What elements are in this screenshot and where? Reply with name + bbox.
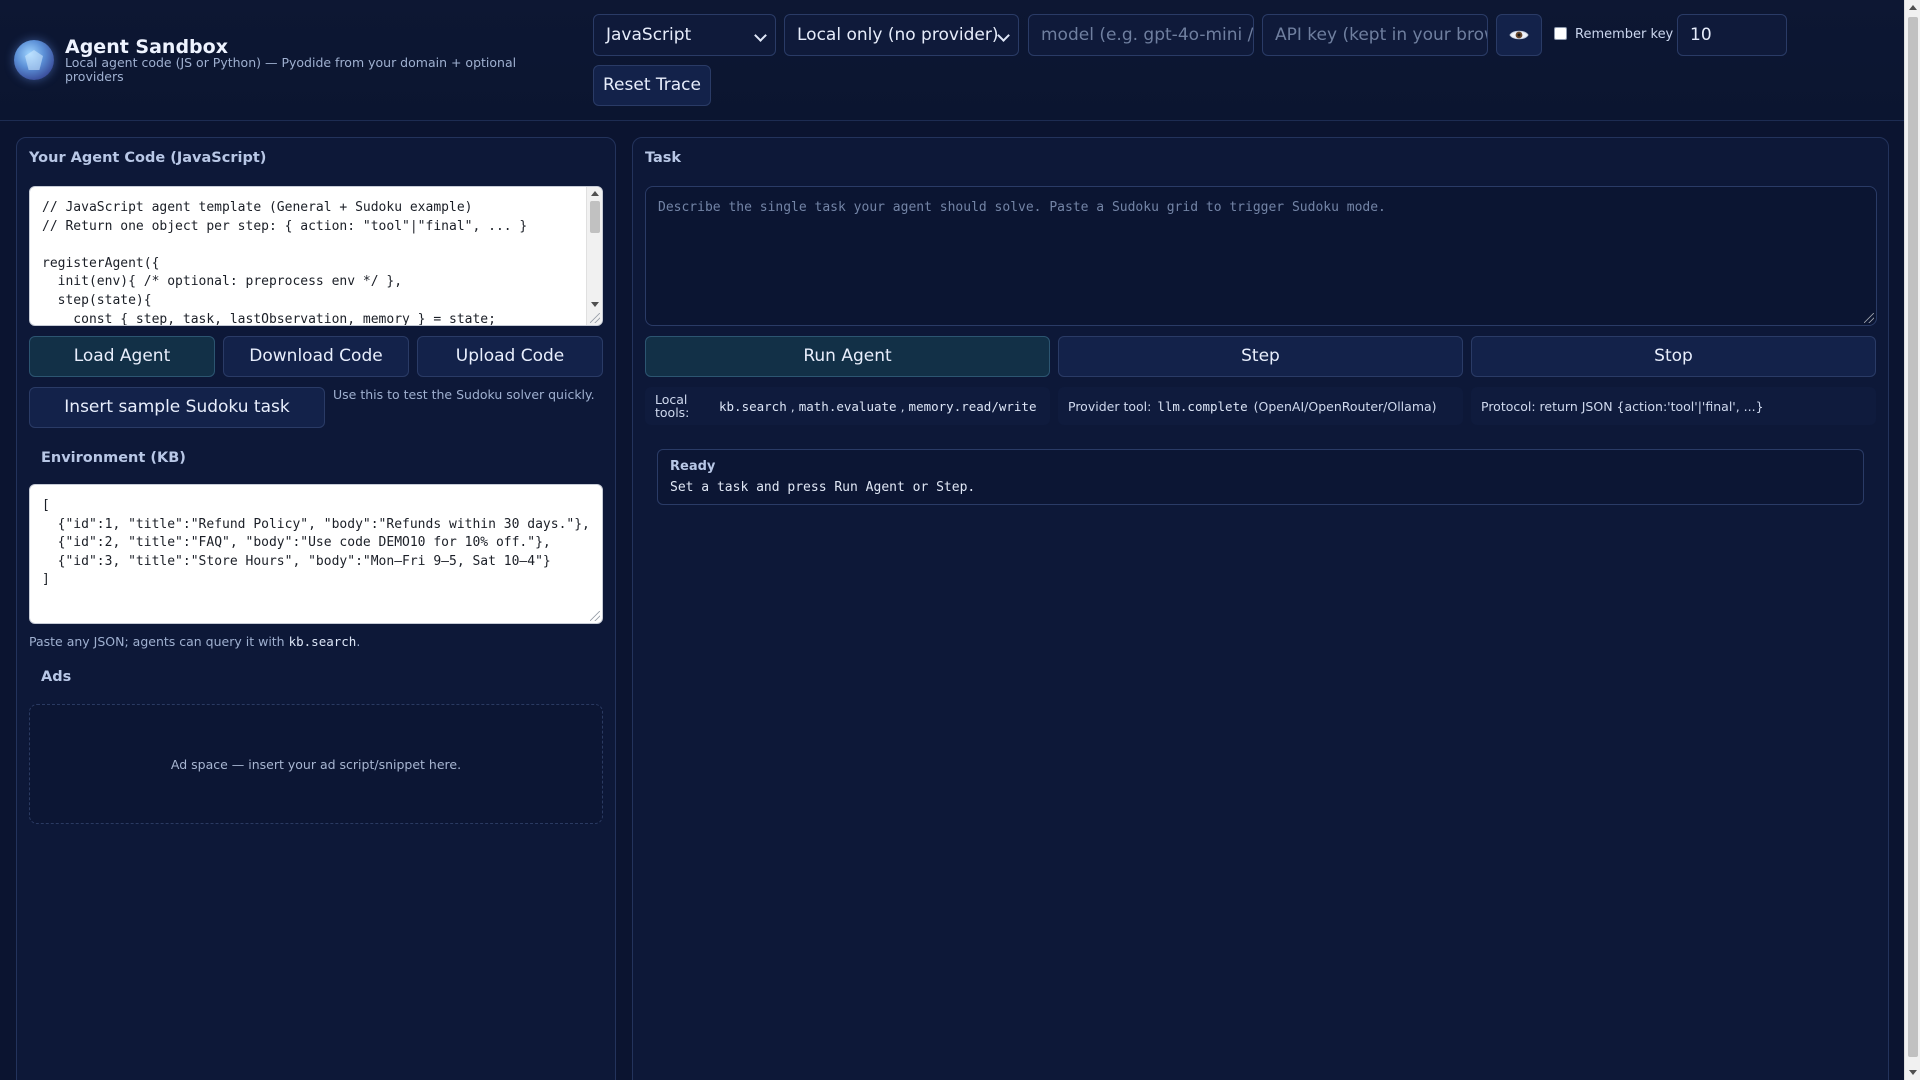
- toggle-key-visibility-button[interactable]: [1496, 14, 1542, 56]
- ad-slot-text: Ad space — insert your ad script/snippet…: [170, 756, 462, 772]
- language-select-value: JavaScript: [606, 25, 692, 45]
- app-subtitle: Local agent code (JS or Python) — Pyodid…: [65, 55, 517, 84]
- status-message: Set a task and press Run Agent or Step.: [670, 480, 976, 495]
- environment-json: [ {"id":1, "title":"Refund Policy", "bod…: [42, 498, 590, 588]
- step-button[interactable]: Step: [1058, 336, 1463, 377]
- remember-key-checkbox[interactable]: [1554, 27, 1567, 40]
- max-steps-input[interactable]: 10: [1677, 14, 1787, 56]
- upload-code-button[interactable]: Upload Code: [417, 336, 603, 377]
- window-scroll-up-icon[interactable]: [1909, 5, 1917, 10]
- local-tools-label: Local tools:: [655, 392, 690, 420]
- remember-key-label: Remember key: [1575, 27, 1674, 42]
- protocol-info: Protocol: return JSON {action:'tool'|'fi…: [1471, 387, 1876, 425]
- model-input[interactable]: model (e.g. gpt-4o-mini / llama3): [1028, 14, 1254, 56]
- window-scroll-thumb[interactable]: [1908, 17, 1918, 1057]
- local-tool-memory: memory.read/write: [908, 398, 1037, 414]
- agent-code-title: Your Agent Code (JavaScript): [29, 150, 267, 166]
- provider-tool-label: Provider tool:: [1068, 398, 1152, 414]
- environment-hint-text: Paste any JSON; agents can query it with: [29, 634, 289, 649]
- window-scroll-down-icon[interactable]: [1909, 1070, 1917, 1075]
- status-title: Ready: [670, 459, 716, 474]
- task-title: Task: [645, 150, 682, 166]
- local-tool-math-evaluate: math.evaluate: [798, 398, 897, 414]
- status-panel: Ready Set a task and press Run Agent or …: [657, 449, 1864, 505]
- agent-code-text: // JavaScript agent template (General + …: [42, 200, 528, 326]
- remember-key[interactable]: Remember key: [1554, 27, 1673, 42]
- agent-code-editor[interactable]: // JavaScript agent template (General + …: [29, 186, 603, 326]
- environment-hint: Paste any JSON; agents can query it with…: [29, 634, 360, 649]
- load-agent-button[interactable]: Load Agent: [29, 336, 215, 377]
- protocol-text: Protocol: return JSON {action:'tool'|'fi…: [1481, 398, 1764, 414]
- scroll-up-icon[interactable]: [591, 191, 599, 196]
- reset-trace-button[interactable]: Reset Trace: [593, 65, 711, 106]
- provider-tool-info: Provider tool: llm.complete (OpenAI/Open…: [1058, 387, 1463, 425]
- header: Agent Sandbox Local agent code (JS or Py…: [0, 0, 1904, 121]
- task-input[interactable]: Describe the single task your agent shou…: [645, 186, 1877, 326]
- provider-tool-code: llm.complete: [1157, 398, 1248, 414]
- run-agent-button[interactable]: Run Agent: [645, 336, 1050, 377]
- window-scrollbar[interactable]: [1904, 0, 1920, 1080]
- download-code-button[interactable]: Download Code: [223, 336, 409, 377]
- provider-select-value: Local only (no provider): [797, 25, 999, 45]
- eye-icon: [1509, 30, 1529, 40]
- local-tools-info: Local tools: kb.search, math.evaluate, m…: [645, 387, 1050, 425]
- environment-hint-code: kb.search: [288, 634, 357, 649]
- provider-tool-note: (OpenAI/OpenRouter/Ollama): [1253, 398, 1437, 414]
- sample-hint: Use this to test the Sudoku solver quick…: [333, 387, 595, 402]
- environment-editor[interactable]: [ {"id":1, "title":"Refund Policy", "bod…: [29, 484, 603, 624]
- task-placeholder: Describe the single task your agent shou…: [658, 200, 1386, 215]
- insert-sample-sudoku-button[interactable]: Insert sample Sudoku task: [29, 387, 325, 428]
- ads-title: Ads: [41, 669, 72, 685]
- environment-hint-end: .: [356, 634, 361, 649]
- code-scroll-thumb[interactable]: [590, 201, 600, 233]
- provider-select[interactable]: Local only (no provider): [784, 14, 1019, 56]
- language-select[interactable]: JavaScript: [593, 14, 776, 56]
- resize-grip-icon[interactable]: [590, 611, 600, 621]
- resize-grip-icon[interactable]: [1864, 313, 1874, 323]
- model-input-placeholder: model (e.g. gpt-4o-mini / llama3): [1041, 25, 1254, 45]
- local-tool-kb-search: kb.search: [719, 398, 787, 414]
- api-key-placeholder: API key (kept in your browser): [1275, 25, 1487, 45]
- environment-title: Environment (KB): [41, 450, 186, 466]
- app-logo-icon: [14, 40, 54, 80]
- max-steps-value: 10: [1690, 25, 1712, 45]
- stop-button[interactable]: Stop: [1471, 336, 1876, 377]
- ad-slot: Ad space — insert your ad script/snippet…: [29, 704, 603, 824]
- code-scrollbar[interactable]: [586, 187, 602, 325]
- api-key-input[interactable]: API key (kept in your browser): [1262, 14, 1488, 56]
- resize-grip-icon[interactable]: [590, 313, 600, 323]
- scroll-down-icon[interactable]: [591, 302, 599, 307]
